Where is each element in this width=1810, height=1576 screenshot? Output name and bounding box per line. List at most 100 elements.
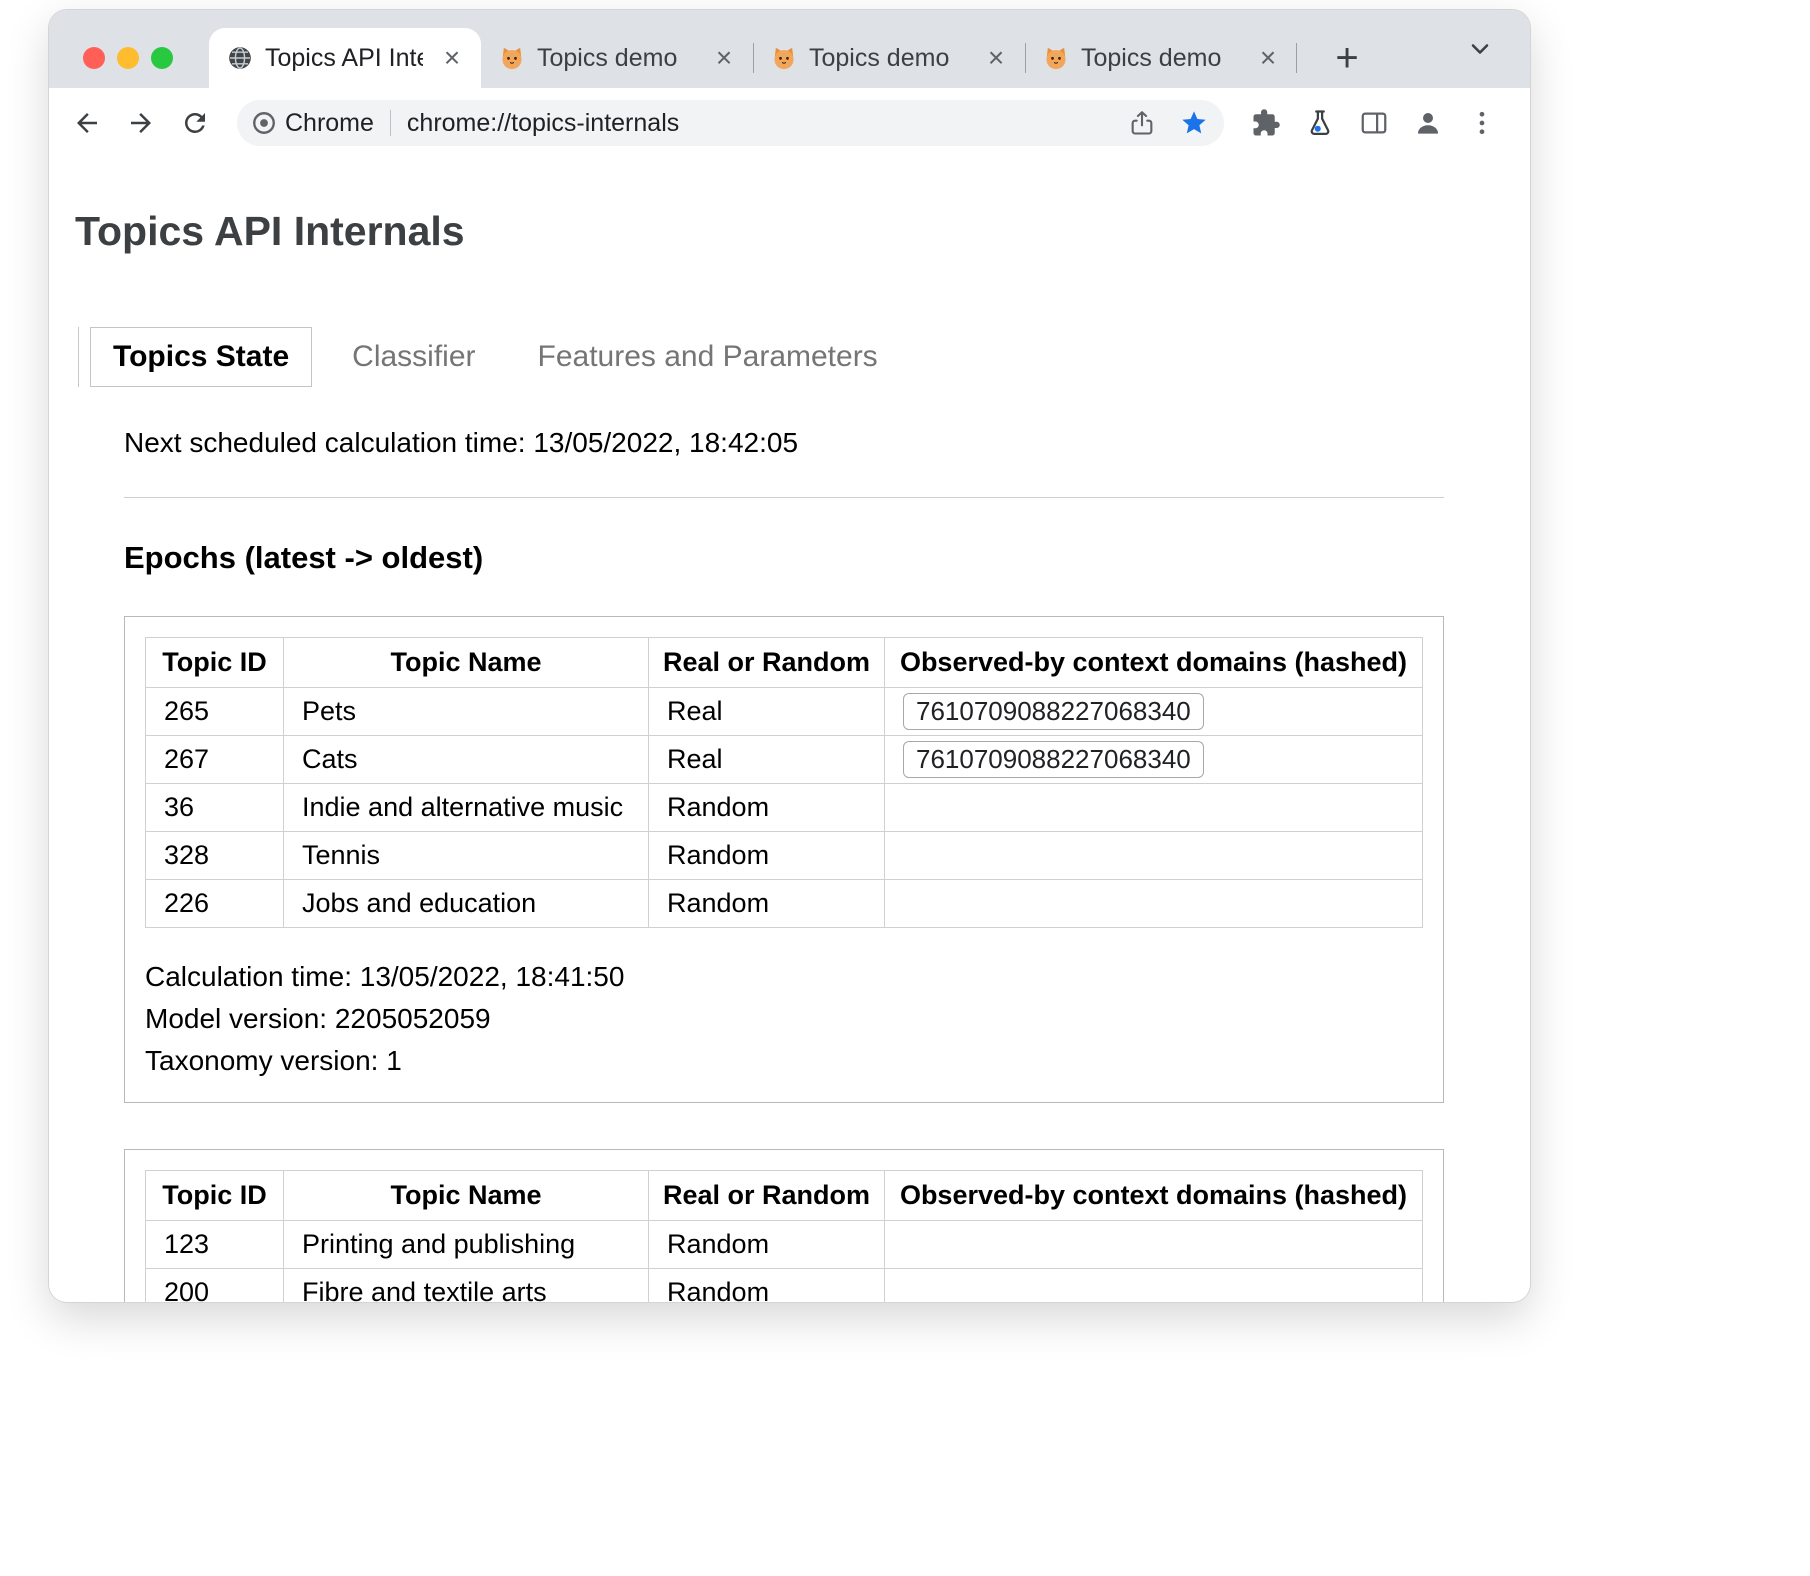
calculation-time-text: Calculation time: 13/05/2022, 18:41:50 bbox=[145, 956, 1423, 998]
tab-topics-demo-3[interactable]: Topics demo × bbox=[1025, 28, 1297, 88]
table-header-row: Topic ID Topic Name Real or Random Obser… bbox=[146, 1171, 1423, 1221]
topic-row: 226Jobs and educationRandom bbox=[146, 880, 1423, 928]
page-title: Topics API Internals bbox=[75, 208, 1530, 255]
tab-label: Topics demo bbox=[809, 44, 967, 73]
tab-topics-api-internals[interactable]: Topics API Intern × bbox=[209, 28, 481, 88]
real-or-random-cell: Random bbox=[649, 1221, 885, 1269]
topic-name-cell: Indie and alternative music bbox=[284, 784, 649, 832]
topics-table: Topic ID Topic Name Real or Random Obser… bbox=[145, 1170, 1423, 1302]
minimize-window-button[interactable] bbox=[117, 47, 139, 69]
topic-row: 328TennisRandom bbox=[146, 832, 1423, 880]
topic-name-cell: Tennis bbox=[284, 832, 649, 880]
zoom-window-button[interactable] bbox=[151, 47, 173, 69]
profile-avatar-button[interactable] bbox=[1404, 99, 1452, 147]
share-button[interactable] bbox=[1120, 101, 1164, 145]
address-bar[interactable]: Chrome chrome://topics-internals bbox=[237, 100, 1224, 146]
tab-label: Topics demo bbox=[1081, 44, 1239, 73]
observed-domains-cell bbox=[885, 1221, 1423, 1269]
close-window-button[interactable] bbox=[83, 47, 105, 69]
page-tab-bar: Topics State Classifier Features and Par… bbox=[78, 327, 1530, 387]
topic-row: 267CatsReal7610709088227068340 bbox=[146, 736, 1423, 784]
col-real-or-random: Real or Random bbox=[649, 638, 885, 688]
col-real-or-random: Real or Random bbox=[649, 1171, 885, 1221]
real-or-random-cell: Real bbox=[649, 736, 885, 784]
observed-domains-cell bbox=[885, 880, 1423, 928]
real-or-random-cell: Random bbox=[649, 832, 885, 880]
url-text: chrome://topics-internals bbox=[407, 109, 1112, 138]
epoch-meta: Calculation time: 13/05/2022, 18:41:50 M… bbox=[145, 956, 1423, 1082]
col-topic-name: Topic Name bbox=[284, 1171, 649, 1221]
cat-icon bbox=[771, 45, 797, 71]
tab-edge-line bbox=[78, 327, 79, 387]
reload-button[interactable] bbox=[171, 99, 219, 147]
taxonomy-version-text: Taxonomy version: 1 bbox=[145, 1040, 1423, 1082]
topic-name-cell: Printing and publishing bbox=[284, 1221, 649, 1269]
topic-id-cell: 226 bbox=[146, 880, 284, 928]
real-or-random-cell: Random bbox=[649, 784, 885, 832]
topic-name-cell: Fibre and textile arts bbox=[284, 1269, 649, 1303]
col-topic-id: Topic ID bbox=[146, 1171, 284, 1221]
browser-menu-button[interactable] bbox=[1458, 99, 1506, 147]
site-label: Chrome bbox=[285, 109, 374, 138]
forward-button[interactable] bbox=[117, 99, 165, 147]
tab-topics-demo-1[interactable]: Topics demo × bbox=[481, 28, 753, 88]
epoch-box-latest: Topic ID Topic Name Real or Random Obser… bbox=[124, 616, 1444, 1103]
observed-domains-cell bbox=[885, 1269, 1423, 1303]
col-topic-id: Topic ID bbox=[146, 638, 284, 688]
topics-internals-page: Topics API Internals Topics State Classi… bbox=[49, 208, 1530, 1302]
close-tab-icon[interactable]: × bbox=[979, 41, 1013, 75]
tab-label: Topics demo bbox=[537, 44, 695, 73]
omnibox-separator bbox=[390, 110, 391, 136]
extensions-puzzle-button[interactable] bbox=[1242, 99, 1290, 147]
tab-classifier[interactable]: Classifier bbox=[330, 327, 497, 387]
observed-domains-cell: 7610709088227068340 bbox=[885, 736, 1423, 784]
col-observed-domains: Observed-by context domains (hashed) bbox=[885, 1171, 1423, 1221]
new-tab-button[interactable]: + bbox=[1323, 34, 1371, 82]
topic-id-cell: 328 bbox=[146, 832, 284, 880]
window-controls bbox=[83, 47, 173, 69]
bookmark-star-icon[interactable] bbox=[1172, 101, 1216, 145]
chrome-logo-icon bbox=[251, 110, 277, 136]
next-calculation-text: Next scheduled calculation time: 13/05/2… bbox=[124, 427, 1444, 459]
model-version-text: Model version: 2205052059 bbox=[145, 998, 1423, 1040]
side-panel-button[interactable] bbox=[1350, 99, 1398, 147]
topic-row: 265PetsReal7610709088227068340 bbox=[146, 688, 1423, 736]
tab-features-and-parameters[interactable]: Features and Parameters bbox=[516, 327, 900, 387]
real-or-random-cell: Random bbox=[649, 880, 885, 928]
hashed-domain-value[interactable]: 7610709088227068340 bbox=[903, 741, 1204, 778]
tab-topics-state[interactable]: Topics State bbox=[90, 327, 312, 387]
topic-row: 200Fibre and textile artsRandom bbox=[146, 1269, 1423, 1303]
close-tab-icon[interactable]: × bbox=[435, 41, 469, 75]
observed-domains-cell bbox=[885, 784, 1423, 832]
close-tab-icon[interactable]: × bbox=[1251, 41, 1285, 75]
labs-beaker-button[interactable] bbox=[1296, 99, 1344, 147]
browser-toolbar: Chrome chrome://topics-internals bbox=[49, 88, 1530, 158]
topic-row: 36Indie and alternative musicRandom bbox=[146, 784, 1423, 832]
topic-name-cell: Pets bbox=[284, 688, 649, 736]
topics-state-panel: Next scheduled calculation time: 13/05/2… bbox=[124, 427, 1444, 1302]
topics-table: Topic ID Topic Name Real or Random Obser… bbox=[145, 637, 1423, 928]
col-observed-domains: Observed-by context domains (hashed) bbox=[885, 638, 1423, 688]
tab-topics-demo-2[interactable]: Topics demo × bbox=[753, 28, 1025, 88]
real-or-random-cell: Random bbox=[649, 1269, 885, 1303]
close-tab-icon[interactable]: × bbox=[707, 41, 741, 75]
hashed-domain-value[interactable]: 7610709088227068340 bbox=[903, 693, 1204, 730]
tab-overflow-chevron-icon[interactable] bbox=[1458, 27, 1502, 71]
col-topic-name: Topic Name bbox=[284, 638, 649, 688]
topic-id-cell: 200 bbox=[146, 1269, 284, 1303]
internals-globe-icon bbox=[227, 45, 253, 71]
table-header-row: Topic ID Topic Name Real or Random Obser… bbox=[146, 638, 1423, 688]
back-button[interactable] bbox=[63, 99, 111, 147]
observed-domains-cell: 7610709088227068340 bbox=[885, 688, 1423, 736]
cat-icon bbox=[1043, 45, 1069, 71]
epochs-heading: Epochs (latest -> oldest) bbox=[124, 540, 1444, 576]
topic-row: 123Printing and publishingRandom bbox=[146, 1221, 1423, 1269]
cat-icon bbox=[499, 45, 525, 71]
epoch-box-older: Topic ID Topic Name Real or Random Obser… bbox=[124, 1149, 1444, 1302]
browser-window: Topics API Intern × Topics demo × Topics… bbox=[49, 10, 1530, 1302]
divider bbox=[124, 497, 1444, 498]
tab-strip: Topics API Intern × Topics demo × Topics… bbox=[49, 10, 1530, 88]
tab-label: Topics API Intern bbox=[265, 44, 423, 73]
topic-id-cell: 265 bbox=[146, 688, 284, 736]
topic-id-cell: 36 bbox=[146, 784, 284, 832]
